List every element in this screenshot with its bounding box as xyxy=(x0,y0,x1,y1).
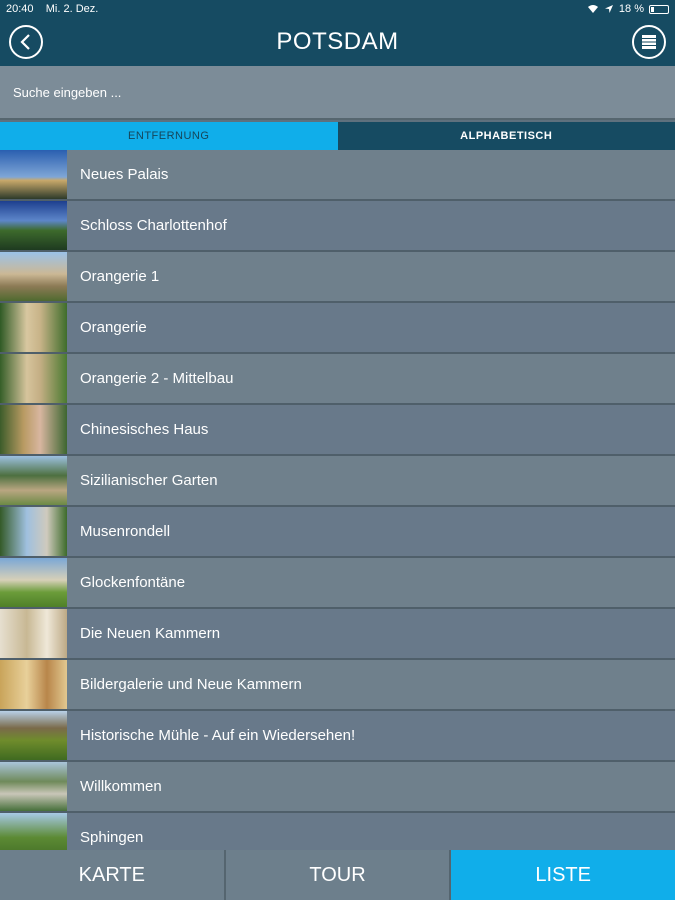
list-item[interactable]: Glockenfontäne xyxy=(0,558,675,609)
tab-alphabetisch[interactable]: ALPHABETISCH xyxy=(337,122,675,150)
location-icon xyxy=(604,5,613,13)
battery-percent: 18 % xyxy=(618,3,644,15)
thumbnail-image xyxy=(0,813,67,850)
list-item[interactable]: Willkommen xyxy=(0,762,675,813)
list-item[interactable]: Musenrondell xyxy=(0,507,675,558)
list-item-label: Die Neuen Kammern xyxy=(80,625,221,642)
thumbnail-image xyxy=(0,558,67,607)
list-item[interactable]: Orangerie 1 xyxy=(0,252,675,303)
list-item[interactable]: Historische Mühle - Auf ein Wiedersehen! xyxy=(0,711,675,762)
list-item-label: Neues Palais xyxy=(80,166,169,183)
nav-tour[interactable]: TOUR xyxy=(225,850,452,900)
list-item-label: Glockenfontäne xyxy=(80,574,186,591)
list-item-label: Musenrondell xyxy=(80,523,171,540)
list-item[interactable]: Chinesisches Haus xyxy=(0,405,675,456)
list-item[interactable]: Neues Palais xyxy=(0,150,675,201)
list-item[interactable]: Sphingen xyxy=(0,813,675,850)
list-item-label: Sphingen xyxy=(80,829,144,846)
status-right: 18 % xyxy=(587,3,669,15)
list-item[interactable]: Schloss Charlottenhof xyxy=(0,201,675,252)
location-list: Neues Palais Schloss Charlottenhof Orang… xyxy=(0,150,675,850)
bottom-nav: KARTE TOUR LISTE xyxy=(0,850,675,900)
app-header: POTSDAM xyxy=(0,18,675,66)
list-item-label: Historische Mühle - Auf ein Wiedersehen! xyxy=(80,727,356,744)
thumbnail-image xyxy=(0,507,67,556)
thumbnail-image xyxy=(0,762,67,811)
list-item-label: Schloss Charlottenhof xyxy=(80,217,227,234)
sort-tabs: ENTFERNUNG ALPHABETISCH xyxy=(0,122,675,150)
thumbnail-image xyxy=(0,303,67,352)
list-item[interactable]: Orangerie 2 - Mittelbau xyxy=(0,354,675,405)
tab-entfernung[interactable]: ENTFERNUNG xyxy=(0,122,338,150)
status-bar: 20:40 Mi. 2. Dez. 18 % xyxy=(0,0,675,18)
status-time: 20:40 xyxy=(6,3,34,15)
list-item[interactable]: Orangerie xyxy=(0,303,675,354)
nav-liste[interactable]: LISTE xyxy=(451,850,675,900)
list-menu-icon xyxy=(642,35,656,49)
list-item-label: Chinesisches Haus xyxy=(80,421,209,438)
wifi-icon xyxy=(587,5,598,13)
battery-icon xyxy=(649,4,669,14)
search-bar xyxy=(0,66,675,120)
thumbnail-image xyxy=(0,252,67,301)
list-item-label: Sizilianischer Garten xyxy=(80,472,218,489)
thumbnail-image xyxy=(0,711,67,760)
thumbnail-image xyxy=(0,201,67,250)
battery-fill xyxy=(651,6,654,12)
nav-karte[interactable]: KARTE xyxy=(0,850,226,900)
list-item-label: Orangerie xyxy=(80,319,147,336)
list-item[interactable]: Bildergalerie und Neue Kammern xyxy=(0,660,675,711)
thumbnail-image xyxy=(0,354,67,403)
list-item[interactable]: Die Neuen Kammern xyxy=(0,609,675,660)
status-left: 20:40 Mi. 2. Dez. xyxy=(6,3,587,15)
list-item-label: Orangerie 1 xyxy=(80,268,160,285)
thumbnail-image xyxy=(0,405,67,454)
list-item-label: Bildergalerie und Neue Kammern xyxy=(80,676,302,693)
status-date: Mi. 2. Dez. xyxy=(45,3,99,15)
list-item-label: Orangerie 2 - Mittelbau xyxy=(80,370,234,387)
thumbnail-image xyxy=(0,609,67,658)
thumbnail-image xyxy=(0,456,67,505)
search-input[interactable] xyxy=(0,66,675,118)
menu-button[interactable] xyxy=(632,25,666,59)
page-title: POTSDAM xyxy=(276,28,399,55)
thumbnail-image xyxy=(0,660,67,709)
list-item-label: Willkommen xyxy=(80,778,162,795)
list-item[interactable]: Sizilianischer Garten xyxy=(0,456,675,507)
thumbnail-image xyxy=(0,150,67,199)
